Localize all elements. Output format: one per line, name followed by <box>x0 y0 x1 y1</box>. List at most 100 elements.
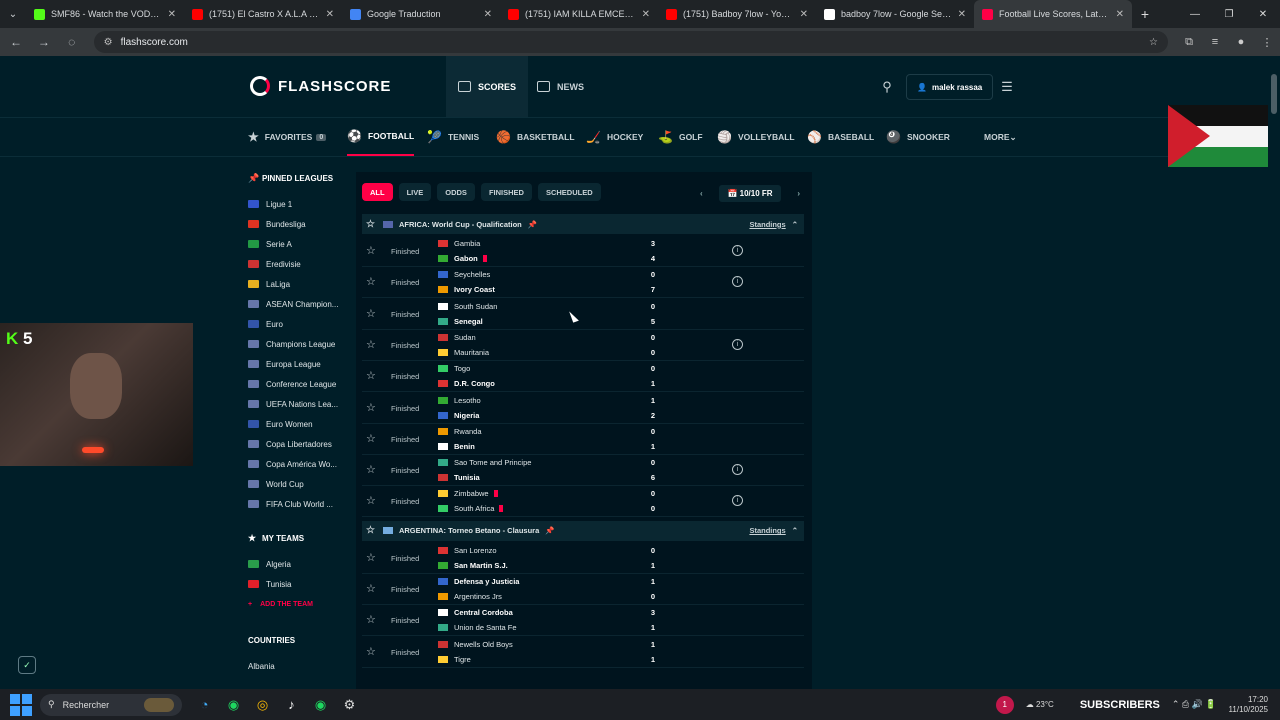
extensions-icon[interactable]: ⧉ <box>1176 36 1202 49</box>
weather-widget[interactable]: ☁ 23°C <box>1026 700 1054 709</box>
collapse-chevron-icon[interactable]: ⌃ <box>792 220 798 229</box>
match-info-icon[interactable]: i <box>732 245 743 256</box>
nav-scores[interactable]: SCORES <box>446 56 529 117</box>
collapse-chevron-icon[interactable]: ⌃ <box>792 526 798 535</box>
match-row[interactable]: ☆ Finished Gambia 3 Gabon 4 i <box>362 236 804 267</box>
browser-tab[interactable]: Football Live Scores, Latest Foo ✕ <box>974 0 1132 28</box>
sport-football[interactable]: ⚽ FOOTBALL <box>347 118 415 156</box>
sport-favorites[interactable]: ★ FAVORITES 0 <box>248 118 327 156</box>
tray-icons[interactable]: ⌃ ⎙ 🔊 🔋 <box>1172 699 1217 710</box>
tab-close-icon[interactable]: ✕ <box>800 9 808 20</box>
sidebar-item-league[interactable]: Serie A <box>248 234 352 254</box>
match-row[interactable]: ☆ Finished Central Cordoba 3 Union de Santa … <box>362 605 804 637</box>
flashscore-logo[interactable]: FLASHSCORE <box>250 76 391 96</box>
browser-tab[interactable]: SMF86 - Watch the VOD on Kic ✕ <box>26 0 184 28</box>
sidebar-item-team[interactable]: Tunisia <box>248 574 352 594</box>
filter-odds[interactable]: ODDS <box>437 183 475 201</box>
match-row[interactable]: ☆ Finished Newells Old Boys 1 Tigre 1 <box>362 637 804 668</box>
notification-badge[interactable]: 1 <box>995 695 1014 714</box>
match-info-icon[interactable]: i <box>732 276 743 288</box>
match-row[interactable]: ☆ Finished South Sudan 0 Senegal 5 <box>362 299 804 330</box>
sidebar-item-league[interactable]: Europa League <box>248 354 352 374</box>
search-icon[interactable]: ⚲ <box>876 76 898 98</box>
sport-more[interactable]: MORE ⌄ <box>984 118 1017 156</box>
filter-all[interactable]: ALL <box>362 183 393 201</box>
favorite-match-star-icon[interactable]: ☆ <box>366 307 376 320</box>
app-icon[interactable]: ⚙ <box>335 690 364 719</box>
sidebar-item-league[interactable]: LaLiga <box>248 274 352 294</box>
sidebar-item-league[interactable]: Copa América Wo... <box>248 454 352 474</box>
back-icon[interactable]: ← <box>4 30 28 54</box>
loading-icon[interactable]: ◌ <box>60 30 84 54</box>
sidebar-item-league[interactable]: UEFA Nations Lea... <box>248 394 352 414</box>
profile-icon[interactable]: ● <box>1228 36 1254 49</box>
standings-link[interactable]: Standings <box>749 220 785 229</box>
match-row[interactable]: ☆ Finished Rwanda 0 Benin 1 <box>362 424 804 455</box>
match-row[interactable]: ☆ Finished Defensa y Justicia 1 Argentinos J… <box>362 574 804 605</box>
page-scrollbar[interactable] <box>1268 56 1280 689</box>
minimize-icon[interactable]: — <box>1178 0 1212 28</box>
pin-league-icon[interactable]: 📌 <box>545 526 554 535</box>
tab-close-icon[interactable]: ✕ <box>958 9 966 20</box>
sidebar-item-country[interactable]: Albania <box>248 656 352 676</box>
browser-tab[interactable]: (1751) Badboy 7low - YouTube ✕ <box>658 0 816 28</box>
sidebar-item-league[interactable]: Eredivisie <box>248 254 352 274</box>
sport-golf[interactable]: ⛳ GOLF <box>658 118 703 156</box>
favorite-match-star-icon[interactable]: ☆ <box>366 275 376 288</box>
match-row[interactable]: ☆ Finished Lesotho 1 Nigeria 2 <box>362 393 804 424</box>
nav-news[interactable]: NEWS <box>525 56 596 117</box>
sport-tennis[interactable]: 🎾 TENNIS <box>427 118 479 156</box>
date-value[interactable]: 📅 10/10 FR <box>719 184 781 202</box>
favorite-match-star-icon[interactable]: ☆ <box>366 582 376 595</box>
sidebar-item-league[interactable]: World Cup <box>248 474 352 494</box>
pin-league-icon[interactable]: 📌 <box>528 220 537 229</box>
filter-live[interactable]: LIVE <box>398 183 432 201</box>
bookmark-star-icon[interactable]: ☆ <box>1149 37 1158 48</box>
chrome-icon[interactable]: ◎ <box>248 690 277 719</box>
favorite-match-star-icon[interactable]: ☆ <box>366 369 376 382</box>
match-row[interactable]: ☆ Finished Sudan 0 Mauritania 0 i <box>362 330 804 361</box>
sidebar-item-league[interactable]: Ligue 1 <box>248 194 352 214</box>
close-window-icon[interactable]: ✕ <box>1246 0 1280 28</box>
url-field[interactable]: ⚙ flashscore.com ☆ <box>93 31 1168 53</box>
tab-list-button[interactable]: ⌄ <box>0 0 26 28</box>
favorite-match-star-icon[interactable]: ☆ <box>366 432 376 445</box>
privacy-shield-icon[interactable]: ✓ <box>18 656 36 674</box>
sidebar-item-league[interactable]: Euro Women <box>248 414 352 434</box>
forward-icon[interactable]: → <box>32 30 56 54</box>
prev-day-icon[interactable]: ‹ <box>696 189 707 198</box>
browser-tab[interactable]: badboy 7low - Google Search ✕ <box>816 0 974 28</box>
match-row[interactable]: ☆ Finished Zimbabwe 0 South Africa 0 i <box>362 486 804 518</box>
sport-snooker[interactable]: 🎱 SNOOKER <box>886 118 950 156</box>
match-info-icon[interactable]: i <box>732 338 743 350</box>
match-row[interactable]: ☆ Finished San Lorenzo 0 San Martin S.J. 1 <box>362 543 804 574</box>
edge-icon[interactable]: ◔ <box>190 690 219 719</box>
tab-close-icon[interactable]: ✕ <box>326 9 334 20</box>
favorite-match-star-icon[interactable]: ☆ <box>366 244 376 257</box>
sidebar-item-league[interactable]: FIFA Club World ... <box>248 494 352 514</box>
favorite-league-star-icon[interactable]: ☆ <box>366 219 375 230</box>
sport-basketball[interactable]: 🏀 BASKETBALL <box>496 118 575 156</box>
favorite-match-star-icon[interactable]: ☆ <box>366 463 376 476</box>
add-team-button[interactable]: + ADD THE TEAM <box>248 594 352 614</box>
user-account-button[interactable]: 👤 malek rassaa <box>906 74 994 100</box>
tab-close-icon[interactable]: ✕ <box>168 9 176 20</box>
spotify-2-icon[interactable]: ◉ <box>306 690 335 719</box>
sidebar-item-team[interactable]: Algeria <box>248 554 352 574</box>
restore-icon[interactable]: ❐ <box>1212 0 1246 28</box>
sidebar-item-league[interactable]: Champions League <box>248 334 352 354</box>
filter-scheduled[interactable]: SCHEDULED <box>537 183 601 201</box>
browser-tab[interactable]: Google Traduction ✕ <box>342 0 500 28</box>
hamburger-menu-icon[interactable]: ☰ <box>996 76 1018 98</box>
browser-menu-icon[interactable]: ⋮ <box>1254 36 1280 49</box>
match-info-icon[interactable]: i <box>732 495 743 507</box>
sidebar-item-league[interactable]: Conference League <box>248 374 352 394</box>
sidebar-item-league[interactable]: ASEAN Champion... <box>248 294 352 314</box>
spotify-icon[interactable]: ◉ <box>219 690 248 719</box>
reading-list-icon[interactable]: ≡ <box>1202 36 1228 49</box>
site-info-icon[interactable]: ⚙ <box>104 37 113 48</box>
next-day-icon[interactable]: › <box>793 189 804 198</box>
favorite-match-star-icon[interactable]: ☆ <box>366 645 376 658</box>
match-row[interactable]: ☆ Finished Togo 0 D.R. Congo 1 <box>362 361 804 393</box>
windows-start-icon[interactable] <box>10 693 32 716</box>
